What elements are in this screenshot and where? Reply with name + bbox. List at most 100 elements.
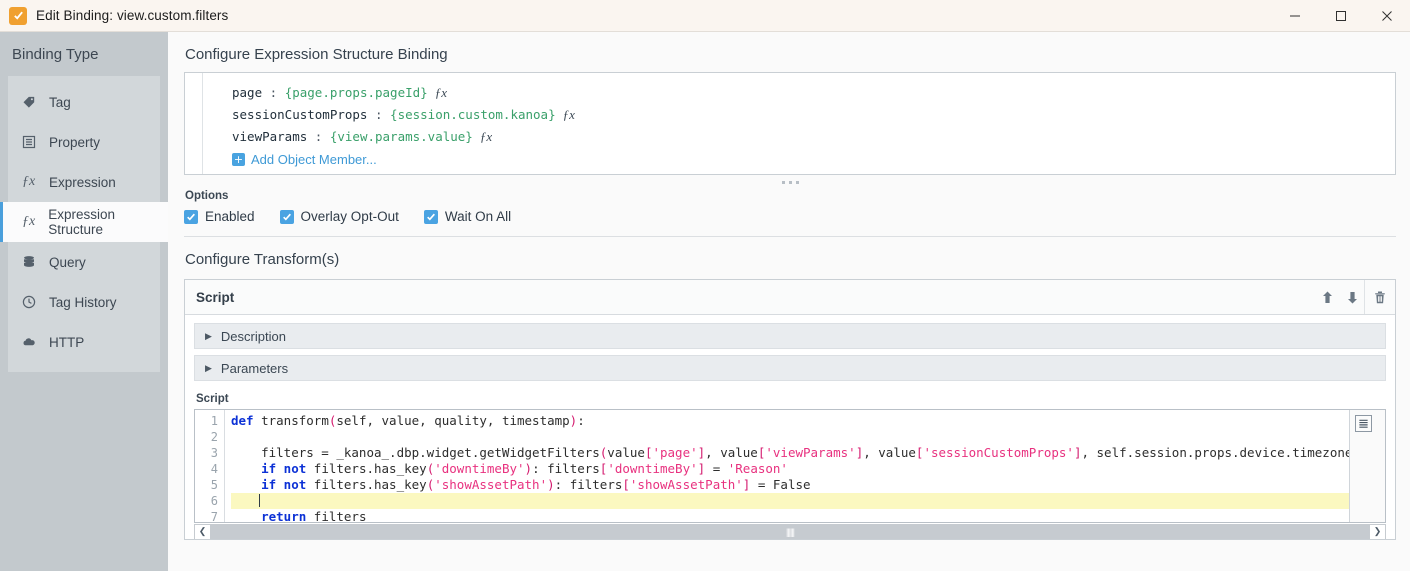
member-value: {page.props.pageId} <box>284 85 428 100</box>
scroll-right-icon[interactable]: ❯ <box>1370 524 1385 539</box>
options-row: Enabled Overlay Opt-Out Wait On All <box>184 209 1396 234</box>
checkmark-icon <box>423 209 438 224</box>
expression-member-row[interactable]: sessionCustomProps : {session.custom.kan… <box>232 104 575 126</box>
member-value: {session.custom.kanoa} <box>390 107 556 122</box>
checkmark-icon <box>279 209 294 224</box>
accordion-parameters[interactable]: ▶ Parameters <box>194 355 1386 381</box>
database-icon <box>22 255 40 269</box>
scroll-grip[interactable]: |||||| <box>786 527 795 537</box>
chevron-right-icon: ▶ <box>205 330 212 341</box>
grip-dot <box>795 180 799 184</box>
fx-icon[interactable]: ƒx <box>480 129 492 144</box>
fx-icon: ƒx <box>22 214 36 229</box>
checkbox-label: Enabled <box>205 209 255 224</box>
accordion-label: Description <box>220 328 286 344</box>
sidebar-item-expression-structure[interactable]: ƒx Expression Structure <box>0 202 168 242</box>
fx-icon[interactable]: ƒx <box>435 85 447 100</box>
code-line: return filters <box>261 509 367 522</box>
script-card-header: Script <box>185 280 1395 315</box>
move-up-icon[interactable] <box>1314 280 1339 314</box>
tag-icon <box>22 95 40 109</box>
script-transform-card: Script ▶ Description ▶ Parameters Script… <box>184 279 1396 540</box>
code-editor[interactable]: 1 2 3 4 5 6 7 def transform(self, value,… <box>194 409 1386 523</box>
checkbox-overlay-opt-out[interactable]: Overlay Opt-Out <box>279 209 399 224</box>
member-key: sessionCustomProps <box>232 107 368 122</box>
expression-structure-panel[interactable]: page : {page.props.pageId} ƒx sessionCust… <box>184 72 1396 175</box>
code-line-highlighted <box>231 493 1349 509</box>
sidebar-item-label: Expression <box>49 174 116 190</box>
code-line: if not filters.has_key('downtimeBy'): fi… <box>261 461 788 476</box>
expression-rows: page : {page.props.pageId} ƒx sessionCust… <box>203 73 575 174</box>
checkbox-wait-on-all[interactable]: Wait On All <box>423 209 512 224</box>
window-controls <box>1272 0 1410 32</box>
plus-icon: + <box>232 152 245 166</box>
sidebar-item-label: Property <box>49 134 101 150</box>
line-number: 7 <box>210 510 218 522</box>
sidebar-item-label: HTTP <box>49 334 85 350</box>
code-area[interactable]: 1 2 3 4 5 6 7 def transform(self, value,… <box>195 410 1349 522</box>
sidebar-item-label: Tag History <box>49 294 117 310</box>
member-separator: : <box>307 129 330 144</box>
scroll-left-icon[interactable]: ❮ <box>195 524 210 539</box>
script-card-title: Script <box>196 289 235 305</box>
expression-gutter <box>185 73 203 174</box>
add-object-member-button[interactable]: + Add Object Member... <box>232 149 575 169</box>
accordion-description[interactable]: ▶ Description <box>194 323 1386 349</box>
sidebar-item-label: Query <box>49 254 86 270</box>
title-bar: Edit Binding: view.custom.filters <box>0 0 1410 32</box>
line-number: 1 <box>210 414 218 428</box>
move-down-icon[interactable] <box>1339 280 1364 314</box>
line-number: 5 <box>210 478 218 492</box>
sidebar-item-label: Tag <box>49 94 71 110</box>
line-number: 3 <box>210 446 218 460</box>
script-options-icon[interactable] <box>1355 415 1372 432</box>
cloud-icon <box>22 335 40 349</box>
script-code-label: Script <box>196 393 229 405</box>
sidebar-item-tag[interactable]: Tag <box>0 82 168 122</box>
delete-transform-icon[interactable] <box>1364 280 1395 314</box>
minimize-button[interactable] <box>1272 0 1318 32</box>
accordion-label: Parameters <box>220 360 289 376</box>
member-separator: : <box>367 107 391 122</box>
dialog-body: Binding Type Tag Property ƒx Expression … <box>0 32 1410 571</box>
maximize-button[interactable] <box>1318 0 1364 32</box>
checkbox-label: Overlay Opt-Out <box>300 209 399 224</box>
sidebar-list: Tag Property ƒx Expression ƒx Expression… <box>0 76 168 372</box>
chevron-right-icon: ▶ <box>205 362 212 373</box>
code-line: filters = _kanoa_.dbp.widget.getWidgetFi… <box>231 445 1349 460</box>
expression-member-row[interactable]: viewParams : {view.params.value} ƒx <box>232 126 575 148</box>
editor-side-toolbar <box>1349 410 1385 522</box>
panel-resize-grip[interactable] <box>184 175 1396 189</box>
member-key: page <box>232 85 263 100</box>
member-value: {view.params.value} <box>329 129 473 144</box>
checkbox-enabled[interactable]: Enabled <box>184 209 255 224</box>
sidebar-item-query[interactable]: Query <box>0 242 168 282</box>
add-object-member-label: Add Object Member... <box>251 151 377 167</box>
sidebar-item-expression[interactable]: ƒx Expression <box>0 162 168 202</box>
checkmark-icon <box>184 209 198 224</box>
code-horizontal-scrollbar[interactable]: ❮ |||||| ❯ <box>194 523 1386 539</box>
fx-icon[interactable]: ƒx <box>563 107 575 122</box>
checkbox-label: Wait On All <box>444 209 512 224</box>
script-card-body: ▶ Description ▶ Parameters Script 1 2 3 … <box>185 315 1395 539</box>
sidebar-item-http[interactable]: HTTP <box>0 322 168 362</box>
window-title: Edit Binding: view.custom.filters <box>36 8 229 23</box>
text-cursor <box>259 494 260 507</box>
binding-type-sidebar: Binding Type Tag Property ƒx Expression … <box>0 32 168 571</box>
expression-member-row[interactable]: page : {page.props.pageId} ƒx <box>232 82 575 104</box>
member-separator: : <box>262 85 285 100</box>
sidebar-item-tag-history[interactable]: Tag History <box>0 282 168 322</box>
clock-icon <box>22 295 40 309</box>
main-panel: Configure Expression Structure Binding p… <box>168 32 1410 571</box>
sidebar-title: Binding Type <box>12 46 99 63</box>
code-line: def transform(self, value, quality, time… <box>231 413 585 428</box>
line-number: 4 <box>210 462 218 476</box>
line-number-gutter: 1 2 3 4 5 6 7 <box>195 410 225 522</box>
code-line: if not filters.has_key('showAssetPath'):… <box>261 477 811 492</box>
sidebar-item-property[interactable]: Property <box>0 122 168 162</box>
code-lines[interactable]: def transform(self, value, quality, time… <box>225 410 1349 522</box>
line-number: 2 <box>210 430 218 444</box>
app-checkmark-icon <box>9 6 27 25</box>
close-button[interactable] <box>1364 0 1410 32</box>
